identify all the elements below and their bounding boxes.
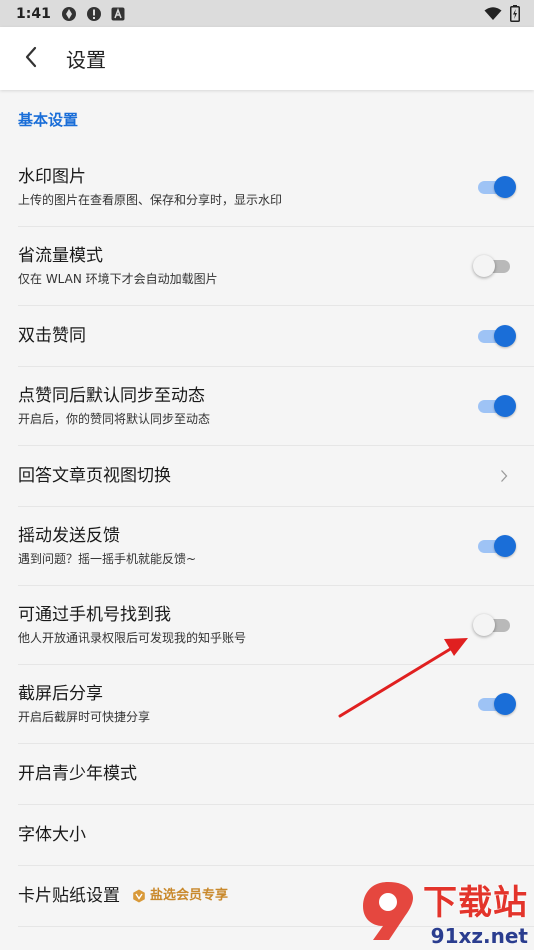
setting-sync-upvote-feed[interactable]: 点赞同后默认同步至动态 开启后，你的赞同将默认同步至动态 — [18, 367, 534, 446]
chevron-right-icon — [494, 469, 514, 483]
watermark-cn: 下载站 — [423, 883, 528, 923]
setting-title: 回答文章页视图切换 — [18, 466, 171, 486]
vip-badge: 盐选会员专享 — [132, 885, 228, 907]
chevron-left-icon — [24, 46, 38, 72]
setting-view-switch[interactable]: 回答文章页视图切换 — [18, 446, 534, 507]
watermark-en: 91xz.net — [430, 924, 528, 948]
sync-feed-toggle[interactable] — [476, 395, 516, 417]
setting-double-tap-upvote[interactable]: 双击赞同 — [18, 306, 534, 367]
battery-icon — [510, 5, 520, 22]
setting-find-by-phone[interactable]: 可通过手机号找到我 他人开放通讯录权限后可发现我的知乎账号 — [18, 586, 534, 665]
setting-subtitle: 仅在 WLAN 环境下才会自动加载图片 — [18, 272, 218, 286]
setting-data-saver[interactable]: 省流量模式 仅在 WLAN 环境下才会自动加载图片 — [18, 227, 534, 306]
setting-title: 可通过手机号找到我 — [18, 605, 171, 625]
vip-icon — [132, 889, 146, 903]
site-watermark: 下载站 91xz.net — [359, 880, 534, 950]
app-header: 设置 — [0, 27, 534, 90]
setting-title: 省流量模式 — [18, 246, 103, 266]
setting-subtitle: 他人开放通讯录权限后可发现我的知乎账号 — [18, 631, 247, 645]
setting-subtitle: 开启后截屏时可快捷分享 — [18, 710, 151, 724]
settings-screen: 1:41 设置 基本设置 水印图片 上传的图片在查看原图、保存和分享时，显示水印… — [0, 0, 534, 950]
watermark-toggle[interactable] — [476, 176, 516, 198]
setting-screenshot-share[interactable]: 截屏后分享 开启后截屏时可快捷分享 — [18, 665, 534, 744]
setting-title: 字体大小 — [18, 825, 86, 845]
section-title: 基本设置 — [18, 110, 79, 129]
settings-list: 基本设置 水印图片 上传的图片在查看原图、保存和分享时，显示水印 省流量模式 仅… — [0, 90, 534, 950]
screenshot-share-toggle[interactable] — [476, 693, 516, 715]
setting-title: 水印图片 — [18, 167, 86, 187]
setting-teen-mode[interactable]: 开启青少年模式 — [18, 744, 534, 805]
setting-subtitle: 上传的图片在查看原图、保存和分享时，显示水印 — [18, 193, 283, 207]
shake-feedback-toggle[interactable] — [476, 535, 516, 557]
setting-title: 摇动发送反馈 — [18, 526, 120, 546]
find-by-phone-toggle[interactable] — [473, 614, 514, 636]
data-saver-toggle[interactable] — [473, 255, 514, 277]
setting-subtitle: 遇到问题？摇一摇手机就能反馈~ — [18, 552, 197, 566]
setting-title: 双击赞同 — [18, 326, 86, 346]
setting-title: 点赞同后默认同步至动态 — [18, 386, 205, 406]
setting-font-size[interactable]: 字体大小 — [18, 805, 534, 866]
setting-title: 卡片贴纸设置 — [18, 886, 120, 906]
vip-badge-label: 盐选会员专享 — [150, 888, 229, 903]
a-letter-icon — [111, 7, 125, 21]
setting-subtitle: 开启后，你的赞同将默认同步至动态 — [18, 412, 211, 426]
status-time: 1:41 — [16, 5, 51, 22]
setting-shake-feedback[interactable]: 摇动发送反馈 遇到问题？摇一摇手机就能反馈~ — [18, 507, 534, 586]
setting-title: 开启青少年模式 — [18, 764, 137, 784]
wifi-icon — [484, 6, 502, 21]
status-bar: 1:41 — [0, 0, 534, 27]
alert-icon — [86, 6, 102, 22]
back-button[interactable] — [0, 27, 62, 90]
sync-icon — [61, 6, 77, 22]
setting-watermark-image[interactable]: 水印图片 上传的图片在查看原图、保存和分享时，显示水印 — [18, 148, 534, 227]
setting-title: 截屏后分享 — [18, 684, 103, 704]
watermark-logo-icon — [359, 880, 417, 946]
page-title: 设置 — [66, 48, 106, 72]
double-tap-toggle[interactable] — [476, 325, 516, 347]
